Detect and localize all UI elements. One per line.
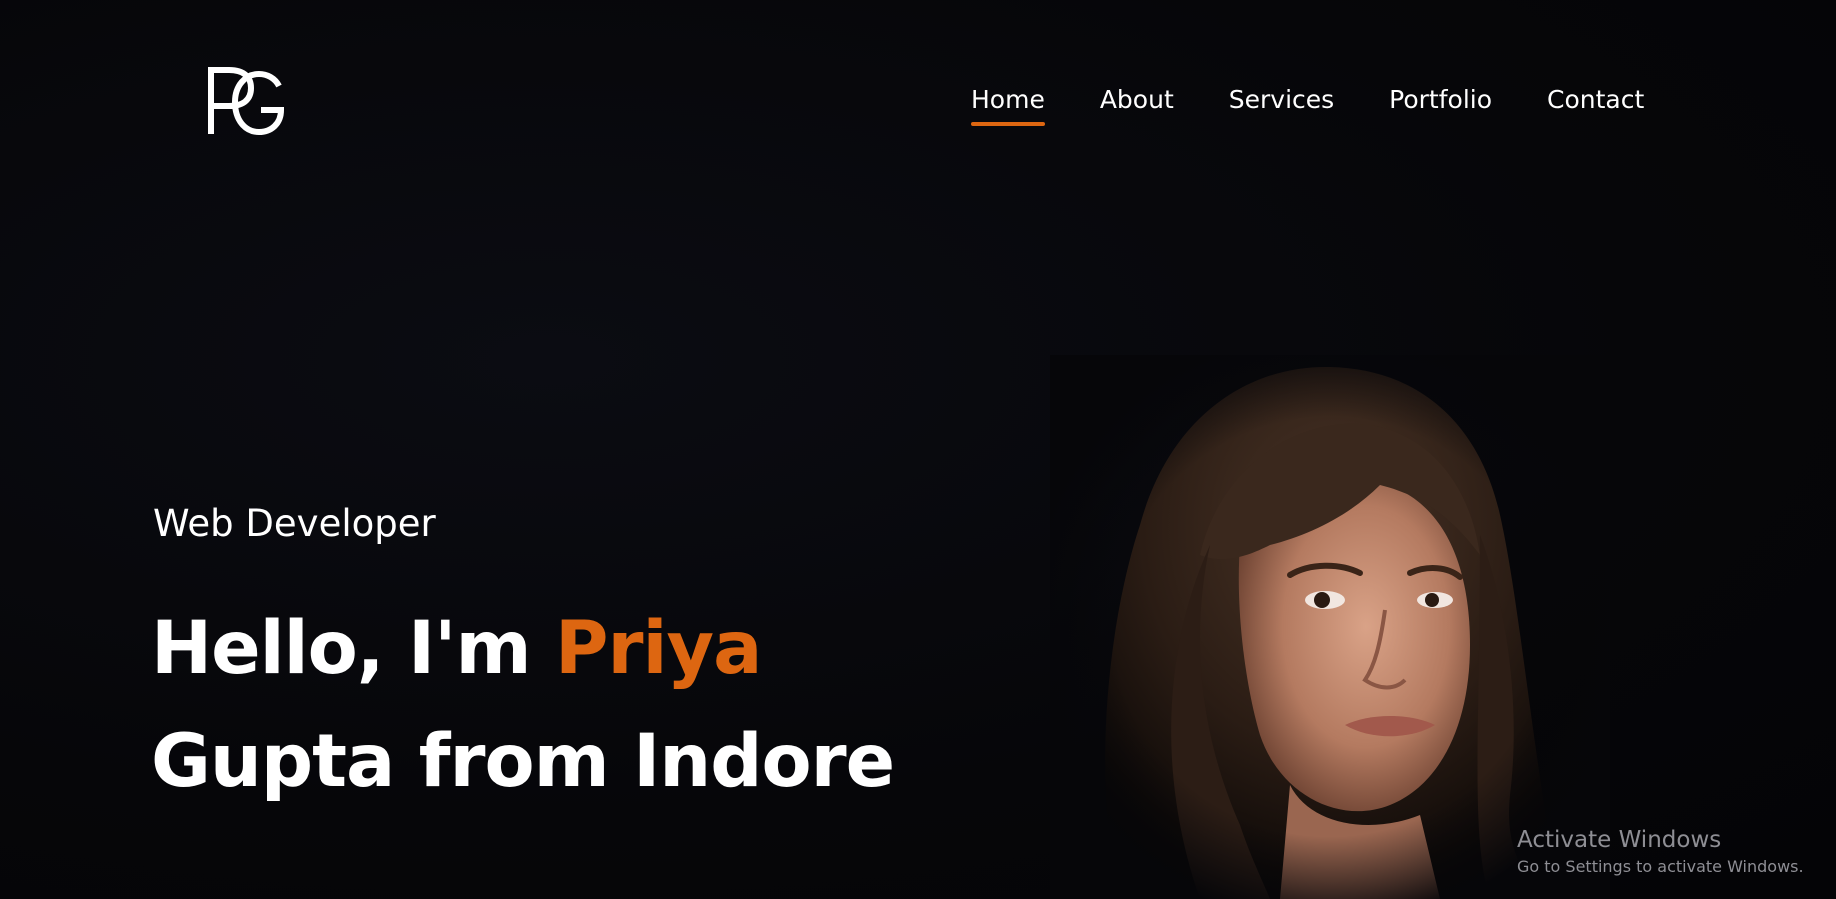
activate-windows-watermark: Activate Windows Go to Settings to activ…	[1517, 825, 1804, 879]
nav-item-services[interactable]: Services	[1229, 82, 1334, 118]
headline-line-1: Hello, I'm Priya	[151, 592, 894, 705]
headline-line-2: Gupta from Indore	[151, 719, 895, 804]
watermark-title: Activate Windows	[1517, 827, 1722, 853]
main-nav: Home About Services Portfolio Contact	[971, 82, 1644, 126]
greeting-text: Hello, I'm	[151, 606, 555, 691]
watermark-subtitle: Go to Settings to activate Windows.	[1517, 857, 1804, 876]
portrait-image	[1050, 355, 1610, 899]
name-highlight: Priya	[554, 606, 762, 691]
nav-item-home[interactable]: Home	[971, 82, 1045, 126]
hero-subtitle: Web Developer	[153, 502, 436, 545]
page: Home About Services Portfolio Contact We…	[0, 0, 1836, 899]
nav-item-about[interactable]: About	[1100, 82, 1174, 118]
hero-headline: Hello, I'm Priya Gupta from Indore	[151, 592, 895, 818]
nav-item-portfolio[interactable]: Portfolio	[1389, 82, 1492, 118]
nav-item-contact[interactable]: Contact	[1547, 82, 1644, 118]
pg-logo-icon[interactable]	[205, 64, 289, 140]
